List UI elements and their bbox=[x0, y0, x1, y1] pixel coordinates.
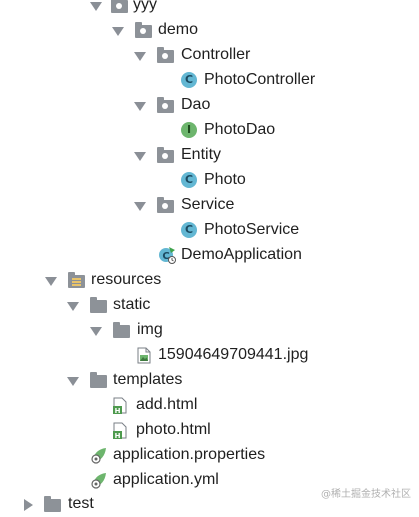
package-icon bbox=[157, 97, 174, 113]
class-icon: C bbox=[181, 172, 197, 188]
tree-label: resources bbox=[91, 271, 162, 288]
chevron-down-icon[interactable] bbox=[134, 52, 146, 61]
tree-row-demo[interactable]: demo bbox=[0, 18, 419, 43]
tree-row-add-html[interactable]: H add.html bbox=[0, 393, 419, 418]
tree-row-controller[interactable]: Controller bbox=[0, 43, 419, 68]
tree-label: application.properties bbox=[113, 446, 266, 463]
tree-row-photo[interactable]: C Photo bbox=[0, 168, 419, 193]
tree-row-yyy[interactable]: yyy bbox=[0, 0, 419, 18]
settings-file-icon bbox=[91, 473, 106, 489]
chevron-down-icon[interactable] bbox=[45, 277, 57, 286]
tree-row-photo-service[interactable]: C PhotoService bbox=[0, 218, 419, 243]
chevron-right-icon[interactable] bbox=[24, 499, 33, 511]
tree-label: Entity bbox=[181, 146, 222, 163]
tree-row-application-properties[interactable]: application.properties bbox=[0, 443, 419, 468]
interface-icon: I bbox=[181, 122, 197, 138]
html-file-icon: H bbox=[113, 422, 127, 439]
chevron-down-icon[interactable] bbox=[67, 302, 79, 311]
tree-row-dao[interactable]: Dao bbox=[0, 93, 419, 118]
tree-row-photo-controller[interactable]: C PhotoController bbox=[0, 68, 419, 93]
tree-label: Dao bbox=[181, 96, 211, 113]
svg-text:H: H bbox=[115, 432, 121, 439]
tree-row-static[interactable]: static bbox=[0, 293, 419, 318]
tree-label: application.yml bbox=[113, 471, 219, 488]
folder-icon bbox=[90, 297, 107, 313]
tree-row-resources[interactable]: resources bbox=[0, 268, 419, 293]
chevron-down-icon[interactable] bbox=[90, 2, 102, 11]
tree-label: DemoApplication bbox=[181, 246, 302, 263]
tree-label: yyy bbox=[133, 0, 157, 13]
spring-boot-class-icon: C bbox=[159, 247, 176, 264]
tree-label: photo.html bbox=[136, 421, 211, 438]
tree-row-img[interactable]: img bbox=[0, 318, 419, 343]
package-icon bbox=[157, 197, 174, 213]
svg-text:H: H bbox=[115, 407, 121, 414]
tree-label: img bbox=[137, 321, 163, 338]
image-file-icon bbox=[137, 347, 151, 364]
tree-row-photo-html[interactable]: H photo.html bbox=[0, 418, 419, 443]
tree-label: 15904649709441.jpg bbox=[158, 346, 309, 363]
package-icon bbox=[111, 0, 128, 13]
tree-row-templates[interactable]: templates bbox=[0, 368, 419, 393]
chevron-down-icon[interactable] bbox=[90, 327, 102, 336]
chevron-down-icon[interactable] bbox=[67, 377, 79, 386]
watermark: @稀土掘金技术社区 bbox=[321, 489, 411, 500]
folder-icon bbox=[90, 372, 107, 388]
tree-label: PhotoService bbox=[204, 221, 300, 238]
chevron-down-icon[interactable] bbox=[134, 102, 146, 111]
package-icon bbox=[135, 22, 152, 38]
folder-icon bbox=[44, 496, 61, 512]
class-icon: C bbox=[181, 72, 197, 88]
tree-label: add.html bbox=[136, 396, 198, 413]
tree-row-demo-application[interactable]: C DemoApplication bbox=[0, 243, 419, 268]
folder-icon bbox=[113, 322, 130, 338]
tree-row-service[interactable]: Service bbox=[0, 193, 419, 218]
chevron-down-icon[interactable] bbox=[134, 202, 146, 211]
tree-label: Photo bbox=[204, 171, 246, 188]
tree-label: Service bbox=[181, 196, 235, 213]
tree-label: test bbox=[68, 495, 94, 512]
chevron-down-icon[interactable] bbox=[112, 27, 124, 36]
tree-label: static bbox=[113, 296, 151, 313]
tree-label: templates bbox=[113, 371, 183, 388]
tree-row-image-file[interactable]: 15904649709441.jpg bbox=[0, 343, 419, 368]
tree-label: demo bbox=[158, 21, 199, 38]
resources-folder-icon bbox=[68, 272, 85, 288]
tree-row-photo-dao[interactable]: I PhotoDao bbox=[0, 118, 419, 143]
tree-row-entity[interactable]: Entity bbox=[0, 143, 419, 168]
tree-label: PhotoController bbox=[204, 71, 316, 88]
package-icon bbox=[157, 47, 174, 63]
tree-label: PhotoDao bbox=[204, 121, 276, 138]
tree-label: Controller bbox=[181, 46, 251, 63]
class-icon: C bbox=[181, 222, 197, 238]
html-file-icon: H bbox=[113, 397, 127, 414]
settings-file-icon bbox=[91, 448, 106, 464]
chevron-down-icon[interactable] bbox=[134, 152, 146, 161]
package-icon bbox=[157, 147, 174, 163]
